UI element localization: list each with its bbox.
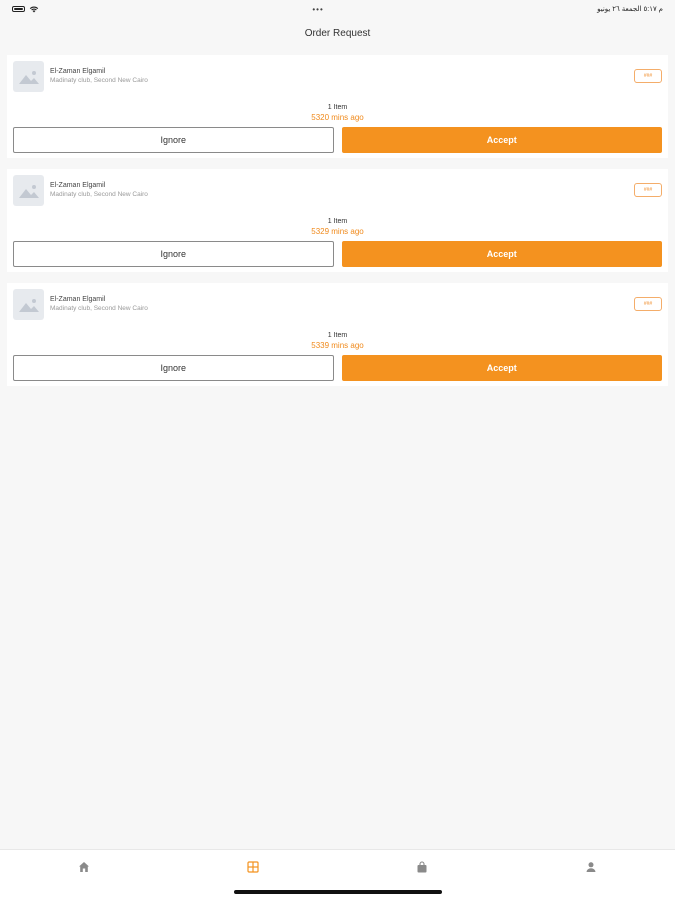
battery-icon — [12, 6, 25, 12]
ignore-button[interactable]: Ignore — [13, 355, 334, 381]
order-number-badge: ### — [634, 297, 662, 311]
order-number-badge: ### — [634, 183, 662, 197]
shop-name: El-Zaman Elgamil — [50, 68, 106, 75]
accept-button[interactable]: Accept — [341, 241, 662, 267]
tab-orders[interactable] — [223, 861, 283, 873]
shop-address: Madinaty club, Second New Cairo — [50, 305, 148, 312]
accept-button[interactable]: Accept — [341, 355, 662, 381]
tab-shop[interactable] — [392, 861, 452, 873]
page-title: Order Request — [304, 27, 371, 39]
items-count: 1 Item — [327, 104, 348, 111]
status-bar: ••• م ٥:١٧ الجمعة ٢٦ يونيو — [0, 0, 675, 18]
items-count: 1 Item — [327, 332, 348, 339]
order-list: El-Zaman Elgamil Madinaty club, Second N… — [7, 55, 668, 386]
accept-button[interactable]: Accept — [341, 127, 662, 153]
ignore-button[interactable]: Ignore — [13, 127, 334, 153]
image-placeholder-icon — [13, 289, 44, 320]
status-center-dots: ••• — [312, 4, 324, 14]
profile-icon — [586, 862, 596, 872]
shop-name: El-Zaman Elgamil — [50, 182, 106, 189]
order-card: El-Zaman Elgamil Madinaty club, Second N… — [7, 55, 668, 158]
order-card: El-Zaman Elgamil Madinaty club, Second N… — [7, 283, 668, 386]
tab-home[interactable] — [54, 861, 114, 873]
time-ago: 5320 mins ago — [311, 113, 364, 122]
shop-address: Madinaty club, Second New Cairo — [50, 77, 148, 84]
order-number-badge: ### — [634, 69, 662, 83]
status-left — [12, 5, 39, 13]
status-date-time: م ٥:١٧ الجمعة ٢٦ يونيو — [597, 6, 663, 13]
items-count: 1 Item — [327, 218, 348, 225]
home-indicator[interactable] — [234, 890, 442, 894]
time-ago: 5329 mins ago — [311, 227, 364, 236]
nav-header: Order Request — [0, 22, 675, 44]
shop-name: El-Zaman Elgamil — [50, 296, 106, 303]
tab-profile[interactable] — [561, 861, 621, 873]
order-card: El-Zaman Elgamil Madinaty club, Second N… — [7, 169, 668, 272]
image-placeholder-icon — [13, 175, 44, 206]
orders-icon — [247, 861, 259, 873]
image-placeholder-icon — [13, 61, 44, 92]
wifi-icon — [29, 6, 39, 13]
home-icon — [79, 862, 90, 872]
ignore-button[interactable]: Ignore — [13, 241, 334, 267]
shop-address: Madinaty club, Second New Cairo — [50, 191, 148, 198]
time-ago: 5339 mins ago — [311, 341, 364, 350]
bag-icon — [417, 861, 427, 873]
